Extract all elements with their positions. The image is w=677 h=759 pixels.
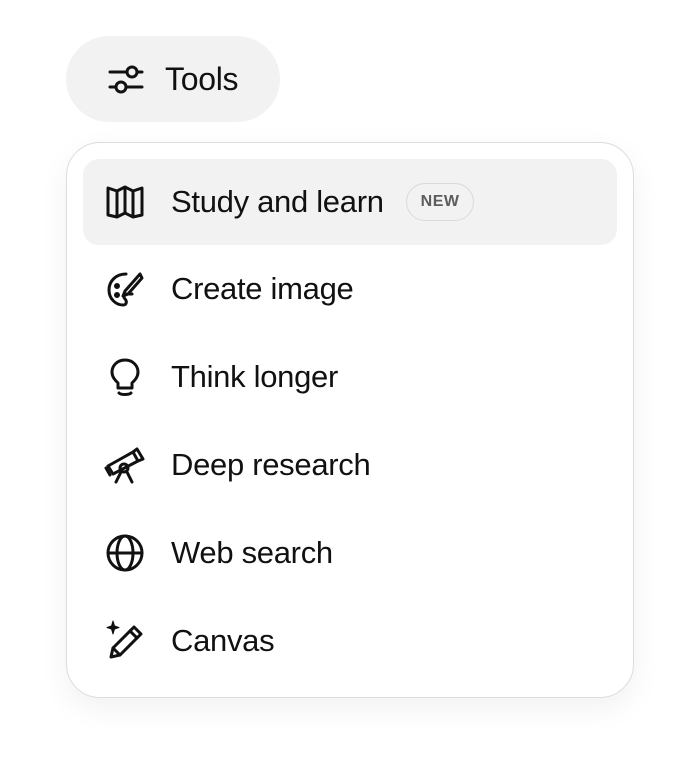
menu-item-web-search[interactable]: Web search <box>83 509 617 597</box>
palette-brush-icon <box>103 267 147 311</box>
menu-item-think-longer[interactable]: Think longer <box>83 333 617 421</box>
sparkle-pencil-icon <box>103 619 147 663</box>
menu-item-label: Canvas <box>171 623 275 658</box>
tools-button-label: Tools <box>165 60 239 97</box>
menu-item-label: Study and learn <box>171 184 384 219</box>
menu-item-label: Think longer <box>171 359 338 394</box>
menu-item-label: Web search <box>171 535 333 570</box>
menu-item-label: Deep research <box>171 447 371 482</box>
menu-item-create-image[interactable]: Create image <box>83 245 617 333</box>
sliders-icon <box>106 59 146 99</box>
new-badge: NEW <box>405 183 475 221</box>
tools-menu: Study and learn NEW Create image Think l… <box>66 142 634 698</box>
menu-item-canvas[interactable]: Canvas <box>83 597 617 685</box>
tools-button[interactable]: Tools <box>66 36 280 122</box>
book-open-icon <box>103 180 147 224</box>
menu-item-deep-research[interactable]: Deep research <box>83 421 617 509</box>
menu-item-study-and-learn[interactable]: Study and learn NEW <box>83 159 617 245</box>
tools-popover-page: Tools Study and learn NEW Create image T… <box>0 0 677 759</box>
menu-item-label: Create image <box>171 271 354 306</box>
lightbulb-icon <box>103 355 147 399</box>
globe-icon <box>103 531 147 575</box>
telescope-icon <box>103 443 147 487</box>
